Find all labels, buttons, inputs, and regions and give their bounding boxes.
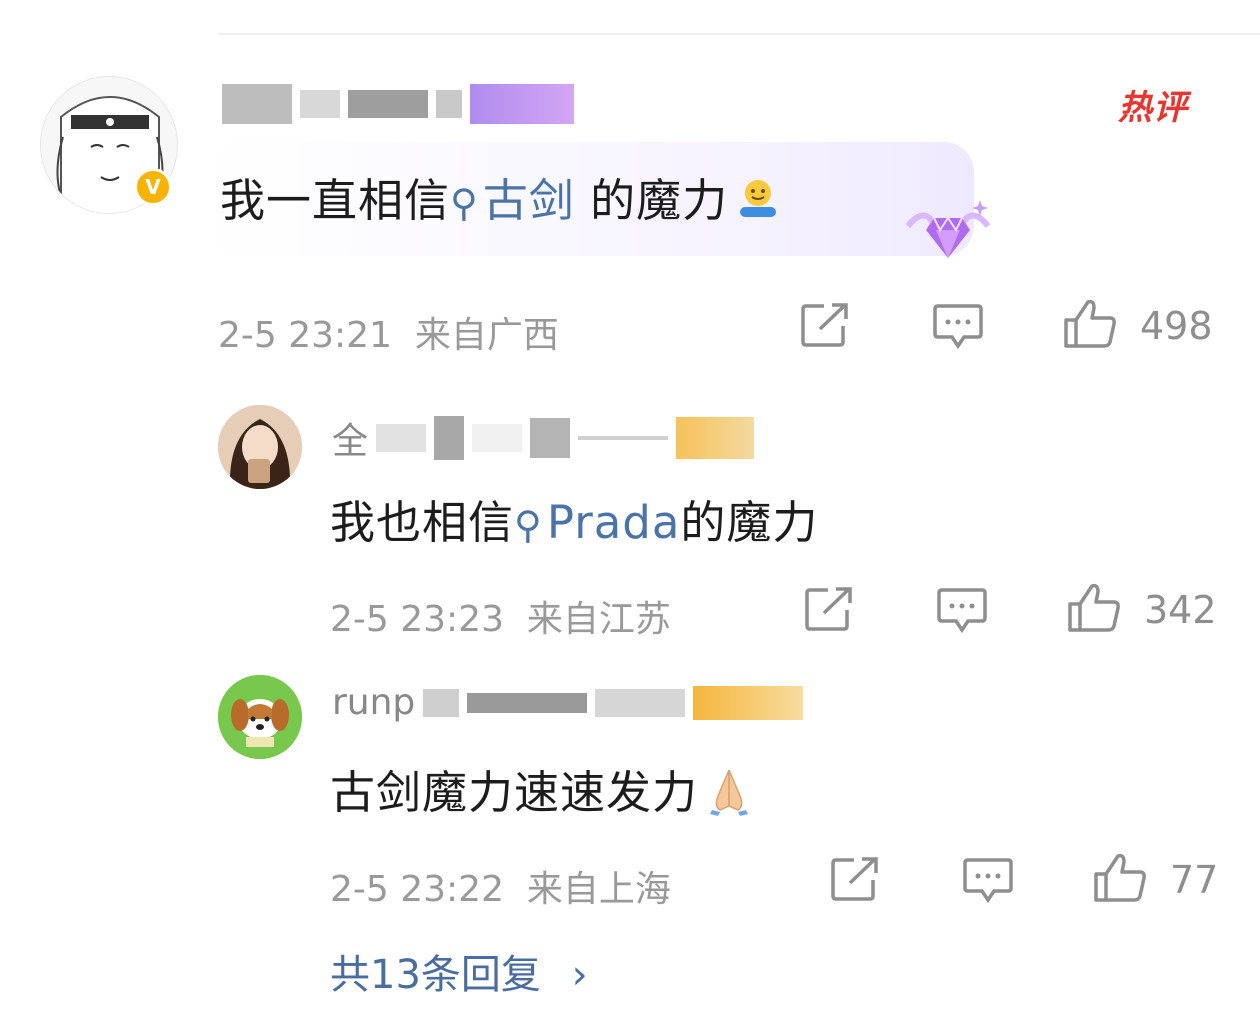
like-count: 342	[1144, 588, 1217, 632]
pray-emoji-icon	[704, 766, 754, 827]
name-blur-block	[472, 424, 523, 452]
top-divider	[218, 33, 1260, 35]
verified-badge-icon: V	[134, 168, 172, 206]
name-blur-block	[530, 418, 571, 458]
comment-icon[interactable]	[932, 302, 984, 350]
like-count: 498	[1140, 304, 1213, 348]
name-blur-block	[467, 692, 588, 713]
name-blur-block	[578, 436, 669, 440]
comment-text: 我一直相信⚲古剑 的魔力	[220, 164, 780, 232]
reply-avatar[interactable]	[218, 405, 302, 489]
level-badge-blurred	[470, 84, 574, 124]
name-blur-block	[300, 90, 340, 118]
share-icon[interactable]	[804, 586, 854, 632]
name-blur-block	[595, 688, 686, 717]
topic-link[interactable]: ⚲Prada	[514, 496, 680, 549]
reply-meta: 2-5 23:23 来自江苏	[330, 599, 671, 640]
name-blur-block	[436, 90, 462, 118]
name-blur-block	[348, 90, 428, 118]
reply-meta: 2-5 23:22 来自上海	[330, 869, 671, 910]
name-blur-block	[376, 424, 427, 452]
like-count: 77	[1170, 858, 1219, 902]
name-blur-block	[423, 688, 460, 717]
level-badge-blurred	[676, 417, 755, 459]
reply-username-visible: runp	[332, 682, 416, 723]
reply-username-blurred[interactable]: 全	[332, 412, 755, 464]
reply-text: 我也相信⚲Prada的魔力	[330, 496, 819, 549]
username-blurred[interactable]	[222, 84, 574, 124]
more-replies-label: 共13条回复	[330, 952, 541, 998]
search-icon: ⚲	[514, 503, 543, 547]
reply-username-blurred[interactable]: runp	[332, 682, 804, 723]
reply-username-visible: 全	[332, 421, 369, 462]
reply-avatar[interactable]	[218, 675, 302, 759]
diamond-badge-icon	[905, 200, 991, 258]
comment-icon[interactable]	[936, 586, 988, 634]
topic-link[interactable]: ⚲古剑	[450, 174, 575, 227]
comment-icon[interactable]	[962, 856, 1014, 904]
hot-comment-label: 热评	[1118, 88, 1188, 128]
comment-meta: 2-5 23:21 来自广西	[218, 315, 559, 356]
share-icon[interactable]	[830, 856, 880, 902]
chevron-right-icon: ›	[571, 952, 588, 998]
more-replies-link[interactable]: 共13条回复 ›	[330, 942, 588, 1000]
like-icon[interactable]	[1066, 582, 1122, 634]
name-blur-block	[434, 416, 465, 460]
like-icon[interactable]	[1092, 852, 1148, 904]
like-icon[interactable]	[1062, 298, 1118, 350]
reply-text: 古剑魔力速速发力	[330, 756, 754, 827]
level-badge-blurred	[693, 685, 804, 720]
search-icon: ⚲	[450, 181, 479, 225]
name-blur-block	[222, 84, 292, 124]
hug-emoji-icon	[736, 177, 780, 232]
share-icon[interactable]	[800, 302, 850, 348]
